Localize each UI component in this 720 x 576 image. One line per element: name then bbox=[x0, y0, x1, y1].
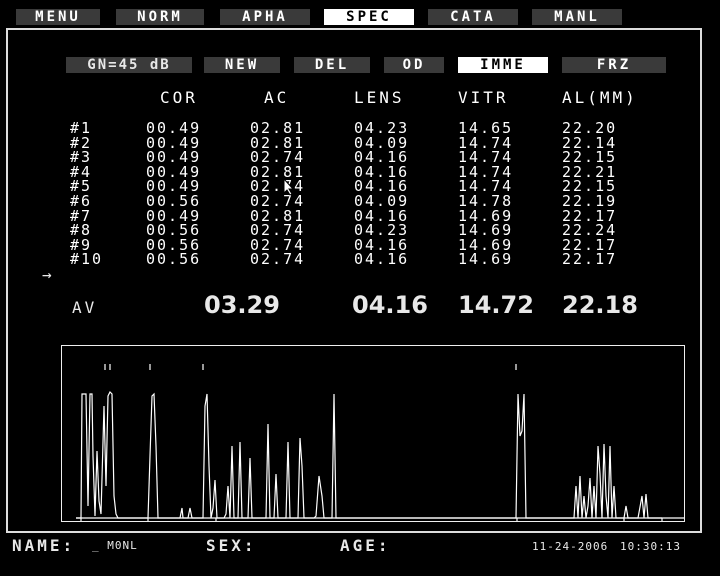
cell-ac: 02.74 bbox=[250, 148, 306, 167]
menu-tab-apha[interactable]: APHA bbox=[220, 9, 310, 25]
cell-id: #8 bbox=[70, 221, 93, 240]
cell-vitr: 14.69 bbox=[458, 221, 514, 240]
cell-cor: 00.49 bbox=[146, 206, 202, 225]
cell-lens: 04.09 bbox=[354, 192, 410, 210]
mouse-cursor-icon bbox=[283, 177, 295, 200]
od-button[interactable]: OD bbox=[384, 57, 444, 73]
cell-cor: 00.49 bbox=[146, 148, 202, 167]
menu-tab-spec[interactable]: SPEC bbox=[324, 9, 414, 25]
cell-ac: 02.81 bbox=[250, 206, 306, 225]
cell-al: 22.19 bbox=[562, 192, 618, 210]
cell-al: 22.20 bbox=[562, 119, 618, 137]
name-field[interactable]: _ M0NL bbox=[92, 539, 138, 552]
cell-cor: 00.56 bbox=[146, 250, 202, 269]
cell-al: 22.17 bbox=[562, 206, 618, 225]
cell-id: #1 bbox=[70, 119, 93, 137]
cell-id: #7 bbox=[70, 206, 93, 225]
cell-lens: 04.09 bbox=[354, 133, 410, 152]
header-lens: LENS bbox=[354, 88, 405, 107]
cell-ac: 02.81 bbox=[250, 133, 306, 152]
cell-id: #10 bbox=[70, 250, 104, 269]
cell-vitr: 14.74 bbox=[458, 162, 514, 181]
cell-ac: 02.74 bbox=[250, 235, 306, 254]
cell-lens: 04.16 bbox=[354, 148, 410, 167]
menu-tab-manl[interactable]: MANL bbox=[532, 9, 622, 25]
header-al-mm: AL(MM) bbox=[562, 88, 638, 107]
cell-cor: 00.56 bbox=[146, 192, 202, 210]
cell-ac: 02.74 bbox=[250, 192, 306, 210]
cell-al: 22.14 bbox=[562, 133, 618, 152]
average-lens: 04.16 bbox=[352, 291, 428, 319]
cell-cor: 00.49 bbox=[146, 162, 202, 181]
menu-tab-menu[interactable]: MENU bbox=[16, 9, 100, 25]
name-label: NAME: bbox=[12, 536, 76, 555]
cell-vitr: 14.74 bbox=[458, 133, 514, 152]
date-readout: 11-24-2006 bbox=[532, 540, 609, 553]
cell-cor: 00.49 bbox=[146, 119, 202, 137]
cell-ac: 02.81 bbox=[250, 119, 306, 137]
cell-vitr: 14.69 bbox=[458, 235, 514, 254]
a-scan-waveform bbox=[61, 345, 685, 522]
cell-al: 22.17 bbox=[562, 250, 618, 269]
cell-vitr: 14.69 bbox=[458, 206, 514, 225]
average-ac: 03.29 bbox=[204, 291, 280, 319]
cell-lens: 04.23 bbox=[354, 221, 410, 240]
cell-id: #5 bbox=[70, 177, 93, 196]
cell-cor: 00.56 bbox=[146, 221, 202, 240]
cell-vitr: 14.74 bbox=[458, 148, 514, 167]
cell-vitr: 14.69 bbox=[458, 250, 514, 269]
cell-id: #4 bbox=[70, 162, 93, 181]
cell-ac: 02.74 bbox=[250, 221, 306, 240]
cell-lens: 04.16 bbox=[354, 162, 410, 181]
a-scan-trace bbox=[76, 364, 684, 522]
cell-lens: 04.16 bbox=[354, 206, 410, 225]
ultrasound-screen: MENU NORM APHA SPEC CATA MANL GN=45 dB N… bbox=[0, 0, 720, 576]
cell-id: #2 bbox=[70, 133, 93, 152]
arrow-right-icon: → bbox=[42, 265, 52, 284]
cell-lens: 04.16 bbox=[354, 250, 410, 269]
time-readout: 10:30:13 bbox=[620, 540, 681, 553]
cell-ac: 02.74 bbox=[250, 250, 306, 269]
menu-tab-norm[interactable]: NORM bbox=[116, 9, 204, 25]
delete-button[interactable]: DEL bbox=[294, 57, 370, 73]
cell-al: 22.21 bbox=[562, 162, 618, 181]
freeze-button[interactable]: FRZ bbox=[562, 57, 666, 73]
cell-vitr: 14.65 bbox=[458, 119, 514, 137]
cell-cor: 00.49 bbox=[146, 133, 202, 152]
age-label: AGE: bbox=[340, 536, 391, 555]
cell-cor: 00.49 bbox=[146, 177, 202, 196]
sex-label: SEX: bbox=[206, 536, 257, 555]
cell-id: #9 bbox=[70, 235, 93, 254]
header-cor: COR bbox=[160, 88, 198, 107]
cell-lens: 04.16 bbox=[354, 177, 410, 196]
cell-al: 22.24 bbox=[562, 221, 618, 240]
cell-al: 22.15 bbox=[562, 177, 618, 196]
cell-al: 22.17 bbox=[562, 235, 618, 254]
menu-tab-cata[interactable]: CATA bbox=[428, 9, 518, 25]
cell-vitr: 14.74 bbox=[458, 177, 514, 196]
new-button[interactable]: NEW bbox=[204, 57, 280, 73]
header-vitr: VITR bbox=[458, 88, 509, 107]
cell-id: #6 bbox=[70, 192, 93, 210]
cell-ac: 02.81 bbox=[250, 162, 306, 181]
imme-button[interactable]: IMME bbox=[458, 57, 548, 73]
gain-readout: GN=45 dB bbox=[66, 57, 192, 73]
cell-lens: 04.16 bbox=[354, 235, 410, 254]
cell-al: 22.15 bbox=[562, 148, 618, 167]
average-label: AV bbox=[72, 298, 98, 317]
average-al: 22.18 bbox=[562, 291, 638, 319]
cell-ac: 02.74 bbox=[250, 177, 306, 196]
cell-cor: 00.56 bbox=[146, 235, 202, 254]
cell-lens: 04.23 bbox=[354, 119, 410, 137]
cell-id: #3 bbox=[70, 148, 93, 167]
cell-vitr: 14.78 bbox=[458, 192, 514, 210]
header-ac: AC bbox=[264, 88, 290, 107]
average-vitr: 14.72 bbox=[458, 291, 534, 319]
